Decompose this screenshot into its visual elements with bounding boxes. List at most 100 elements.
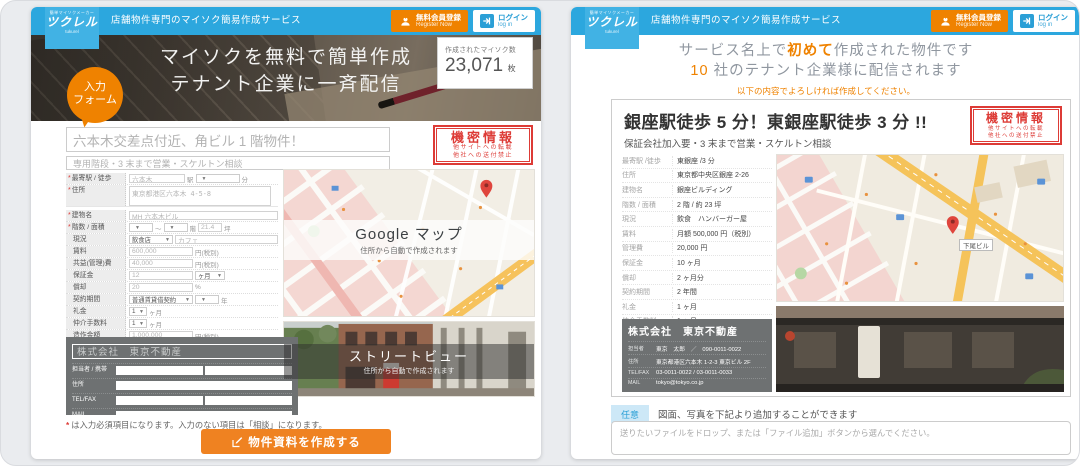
company-row-contact: 担当者 / 携帯 — [72, 362, 292, 375]
row-building: * 建物名 — [66, 210, 278, 222]
login-sub: log in — [498, 22, 513, 28]
company-row-label: MAIL — [628, 380, 641, 387]
logo-main-text: ツクレル — [45, 15, 98, 29]
deposit-input[interactable] — [129, 271, 193, 280]
amortization-input[interactable] — [129, 283, 193, 292]
street-view-overlay-title: ストリートビュー — [348, 349, 469, 364]
detail-row: 現況 飲食 ハンバーガー屋 — [622, 212, 772, 227]
tel-input[interactable] — [116, 396, 203, 405]
detail-label: 賃料 — [622, 230, 636, 238]
register-sub: Register Now — [416, 22, 453, 28]
address-textarea[interactable]: 東京都港区六本木 4-5-8 — [129, 185, 271, 206]
street-view-preview: ストリートビュー 住所から自動で作成されます — [283, 321, 535, 397]
intro-line1: サービス名上で初めて作成された物件です — [678, 43, 974, 59]
detail-label: 管理費 — [622, 245, 643, 253]
company-name-input[interactable] — [72, 343, 292, 359]
row-status: 現況 飲食店 — [66, 234, 278, 246]
property-title-input[interactable] — [66, 127, 390, 152]
register-button[interactable]: 無料会員登録 Register Now — [931, 10, 1008, 32]
brand-logo[interactable]: 簡単マイソクメーカー ツクレル tukurel — [45, 7, 99, 49]
company-row-telfax: TEL/FAX — [72, 392, 292, 405]
row-fee: 共益(管理)費 円(税別) — [66, 258, 278, 270]
form-rows: *最寄駅 / 徒歩 駅分 *住所 東京都港区六本木 4-5-8 *建物名 *階数… — [66, 173, 278, 360]
register-button[interactable]: 無料会員登録 Register Now — [391, 10, 468, 32]
detail-value: 東銀座 /3 分 — [672, 155, 772, 166]
file-dropzone[interactable]: 送りたいファイルをドロップ、または「ファイル追加」ボタンから選んでください。 — [611, 421, 1071, 455]
company-info-box: 担当者 / 携帯 住所 TEL/FAX MAIL — [66, 337, 298, 420]
input-form-page: 簡単マイソクメーカー ツクレル tukurel 店舗物件専門のマイソク簡易作成サ… — [31, 7, 541, 459]
company-rows: 担当者 東京 太郎 ／ 090-0011-0022 住所 東京都港区六本木 1-… — [628, 341, 766, 388]
login-button[interactable]: ログイン log in — [473, 10, 535, 32]
street-photo-graphic — [776, 306, 1064, 392]
row-station: *最寄駅 / 徒歩 駅分 — [66, 173, 278, 185]
company-row-value: 東京 太郎 ／ 090-0011-0022 — [656, 346, 742, 353]
detail-value: 2 階 / 約 23 坪 — [672, 199, 772, 210]
walk-minutes-select[interactable] — [195, 174, 240, 183]
detail-value: 月額 500,000 円（税別） — [672, 228, 772, 239]
badge-line2: フォーム — [73, 94, 117, 106]
map-graphic — [777, 155, 1063, 301]
input-form-badge: 入力 フォーム — [67, 67, 123, 123]
login-arrow-icon — [480, 14, 494, 28]
row-amortization: 償却 % — [66, 282, 278, 294]
company-row: 担当者 東京 太郎 ／ 090-0011-0022 — [628, 341, 766, 354]
confidential-stamp: 機密情報 他サイトへの転載 他社への送付禁止 — [433, 125, 533, 165]
map-overlay-title: Google マップ — [355, 226, 463, 243]
contact-person-input[interactable] — [116, 366, 203, 375]
header-bar: 簡単マイソクメーカー ツクレル tukurel 店舗物件専門のマイソク簡易作成サ… — [571, 7, 1079, 49]
floor-from-select[interactable] — [129, 223, 153, 232]
management-fee-input[interactable] — [129, 259, 193, 268]
detail-row: 礼金 1 ヶ月 — [622, 300, 772, 315]
floor-to-select[interactable] — [163, 223, 188, 232]
detail-row: 保証金 10 ヶ月 — [622, 256, 772, 271]
property-subtitle-input[interactable] — [66, 156, 390, 170]
intro-line2: 10 社のテナント企業様に配信されます — [690, 62, 962, 79]
company-row-value: 東京都港区六本木 1-2-3 東京ビル 2F — [656, 359, 751, 366]
stamp-title: 機密情報 — [450, 130, 515, 145]
station-input[interactable] — [129, 174, 185, 183]
status-select[interactable]: 飲食店 — [129, 235, 173, 244]
contract-type-select[interactable]: 普通賃貸借契約 — [129, 295, 193, 304]
login-button[interactable]: ログイン log in — [1013, 10, 1075, 32]
status-detail-input[interactable] — [175, 235, 278, 244]
preview-page: 簡単マイソクメーカー ツクレル tukurel 店舗物件専門のマイソク簡易作成サ… — [571, 7, 1079, 459]
preview-subtitle: 保証会社加入要・3 末まで営業・スケルトン相談 — [624, 139, 832, 150]
register-label: 無料会員登録 — [416, 13, 461, 22]
deposit-unit-select[interactable]: ヶ月 — [195, 271, 225, 280]
logo-sub-text: tukurel — [65, 29, 79, 34]
required-mark: * — [68, 174, 71, 182]
company-name: 株式会社 東京不動産 — [628, 327, 738, 338]
preview-title: 銀座駅徒歩 5 分！東銀座駅徒歩 3 分 !! — [624, 113, 928, 132]
company-info-box: 株式会社 東京不動産 担当者 東京 太郎 ／ 090-0011-0022 住所 … — [622, 319, 772, 392]
detail-value: 20,000 円 — [672, 243, 772, 254]
fax-input[interactable] — [205, 396, 292, 405]
building-name-input[interactable] — [129, 211, 278, 220]
brokerage-select[interactable]: 1 — [129, 319, 147, 328]
row-key-money: 礼金 1ヶ月 — [66, 306, 278, 318]
company-address-input[interactable] — [116, 381, 292, 390]
mobile-input[interactable] — [205, 366, 292, 375]
create-document-button[interactable]: 物件資料を作成する — [201, 429, 391, 454]
contract-years-select[interactable] — [195, 295, 219, 304]
counter-unit: 枚 — [507, 64, 516, 73]
detail-row: 賃料 月額 500,000 円（税別） — [622, 227, 772, 242]
row-contract: 契約期間 普通賃貸借契約年 — [66, 294, 278, 306]
detail-value: 1 ヶ月 — [672, 301, 772, 312]
company-row-address: 住所 — [72, 377, 292, 390]
google-map-preview: Google マップ 住所から自動で作成されます — [283, 169, 535, 317]
stamp-line1: 他サイトへの転載 — [452, 145, 513, 151]
key-money-select[interactable]: 1 — [129, 307, 147, 316]
rent-input[interactable] — [129, 247, 193, 256]
detail-row: 契約期間 2 年間 — [622, 285, 772, 300]
map-overlay-sub: 住所から自動で作成されます — [360, 246, 458, 255]
area-input[interactable] — [198, 223, 222, 232]
street-view-overlay: ストリートビュー 住所から自動で作成されます — [284, 344, 534, 379]
company-row: 住所 東京都港区六本木 1-2-3 東京ビル 2F — [628, 354, 766, 367]
detail-value: 飲食 ハンバーガー屋 — [672, 214, 772, 225]
detail-row: 管理費 20,000 円 — [622, 242, 772, 257]
header-buttons: 無料会員登録 Register Now ログイン log in — [931, 10, 1075, 32]
brand-logo[interactable]: 簡単マイソクメーカー ツクレル tukurel — [585, 7, 639, 49]
company-row-value: tokyo@tokyo.co.jp — [656, 380, 704, 387]
required-star: * — [66, 420, 70, 430]
detail-value: 銀座ビルディング — [672, 184, 772, 195]
